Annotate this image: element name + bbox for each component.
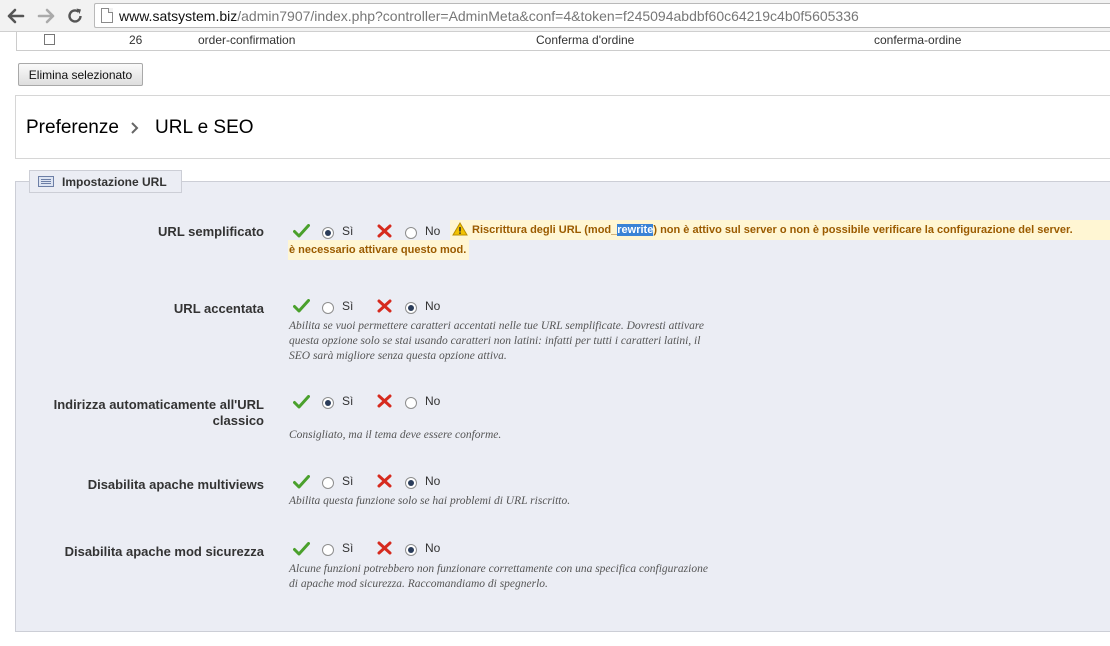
hint-line: SEO sarà migliore senza questa opzione a…: [289, 350, 507, 362]
cross-icon: [377, 299, 392, 313]
forward-arrow-icon[interactable]: [34, 4, 58, 28]
row-id: 26: [129, 33, 143, 47]
warning-text-highlight: rewrite: [617, 224, 654, 236]
friendly-url-no-radio[interactable]: [405, 227, 417, 239]
multiviews-no-label[interactable]: No: [425, 474, 440, 488]
warning-icon: [452, 222, 468, 236]
mod-security-no-radio[interactable]: [405, 544, 417, 556]
delete-selected-button[interactable]: Elimina selezionato: [18, 63, 143, 86]
option-label-friendly-url: URL semplificato: [158, 224, 264, 239]
check-icon: [293, 395, 310, 409]
accented-url-no-radio[interactable]: [405, 302, 417, 314]
option-label-disable-mod-security: Disabilita apache mod sicurezza: [64, 544, 264, 559]
row-page: order-confirmation: [198, 33, 296, 47]
hint-line: Abilita se vuoi permettere caratteri acc…: [289, 320, 704, 332]
row-title: Conferma d'ordine: [536, 33, 635, 47]
option-label-accented-url: URL accentata: [173, 301, 264, 316]
check-icon: [293, 475, 310, 489]
multiviews-yes-label[interactable]: Sì: [342, 474, 353, 488]
friendly-url-no-label[interactable]: No: [425, 224, 440, 238]
hint-line: Alcune funzioni potrebbero non funzionar…: [289, 563, 708, 575]
canonical-redirect-yes-label[interactable]: Sì: [342, 394, 353, 408]
chevron-right-icon: [131, 122, 139, 134]
accented-url-yes-label[interactable]: Sì: [342, 299, 353, 313]
hint-line: Consigliato, ma il tema deve essere conf…: [289, 429, 502, 441]
warning-text-line1: Riscrittura degli URL (mod_rewrite) non …: [472, 220, 1077, 240]
canonical-redirect-no-radio[interactable]: [405, 397, 417, 409]
hint-line: questa opzione solo se stai usando carat…: [289, 335, 701, 347]
cross-icon: [377, 541, 392, 555]
label-line: Indirizza automaticamente all'URL: [53, 397, 264, 412]
hint-line: Abilita questa funzione solo se hai prob…: [289, 495, 571, 507]
row-rewrite: conferma-ordine: [874, 33, 962, 47]
settings-panel-icon: [38, 176, 54, 187]
mod-security-yes-label[interactable]: Sì: [342, 541, 353, 555]
mod-security-yes-radio[interactable]: [322, 544, 334, 556]
multiviews-hint: Abilita questa funzione solo se hai prob…: [289, 494, 570, 509]
option-label-disable-multiviews: Disabilita apache multiviews: [87, 477, 264, 492]
multiviews-yes-radio[interactable]: [322, 477, 334, 489]
cross-icon: [377, 224, 392, 238]
friendly-url-yes-radio[interactable]: [322, 227, 334, 239]
label-line: classico: [212, 413, 264, 428]
check-icon: [293, 542, 310, 556]
breadcrumb-current: URL e SEO: [155, 117, 254, 138]
fieldset-legend: Impostazione URL: [29, 170, 182, 193]
back-arrow-icon[interactable]: [4, 4, 28, 28]
canonical-redirect-yes-radio[interactable]: [322, 397, 334, 409]
accented-url-hint: Abilita se vuoi permettere caratteri acc…: [289, 319, 704, 364]
url-domain: www.satsystem.biz: [119, 7, 238, 24]
accented-url-yes-radio[interactable]: [322, 302, 334, 314]
fieldset-legend-text: Impostazione URL: [62, 174, 167, 189]
option-label-canonical-redirect: Indirizza automaticamente all'URL classi…: [16, 397, 264, 429]
address-bar[interactable]: www.satsystem.biz/admin7907/index.php?co…: [94, 3, 1110, 28]
row-checkbox[interactable]: [44, 34, 55, 45]
check-icon: [293, 224, 310, 238]
mod-security-hint: Alcune funzioni potrebbero non funzionar…: [289, 562, 708, 592]
check-icon: [293, 299, 310, 313]
canonical-redirect-no-label[interactable]: No: [425, 394, 440, 408]
warning-text-before: Riscrittura degli URL (mod_: [472, 224, 618, 236]
mod-security-no-label[interactable]: No: [425, 541, 440, 555]
warning-text-line2: è necessario attivare questo mod.: [288, 240, 470, 260]
browser-toolbar: www.satsystem.biz/admin7907/index.php?co…: [0, 0, 1110, 32]
cross-icon: [377, 394, 392, 408]
cross-icon: [377, 474, 392, 488]
canonical-redirect-hint: Consigliato, ma il tema deve essere conf…: [289, 428, 501, 443]
reload-icon[interactable]: [63, 4, 87, 28]
accented-url-no-label[interactable]: No: [425, 299, 440, 313]
breadcrumb-parent[interactable]: Preferenze: [26, 117, 119, 139]
multiviews-no-radio[interactable]: [405, 477, 417, 489]
friendly-url-yes-label[interactable]: Sì: [342, 224, 353, 238]
page-icon: [101, 8, 113, 23]
url-path: /admin7907/index.php?controller=AdminMet…: [237, 7, 859, 24]
hint-line: di apache mod sicurezza. Raccomandiamo d…: [289, 578, 548, 590]
warning-text-after: ) non è attivo sul server o non è possib…: [653, 224, 1073, 236]
